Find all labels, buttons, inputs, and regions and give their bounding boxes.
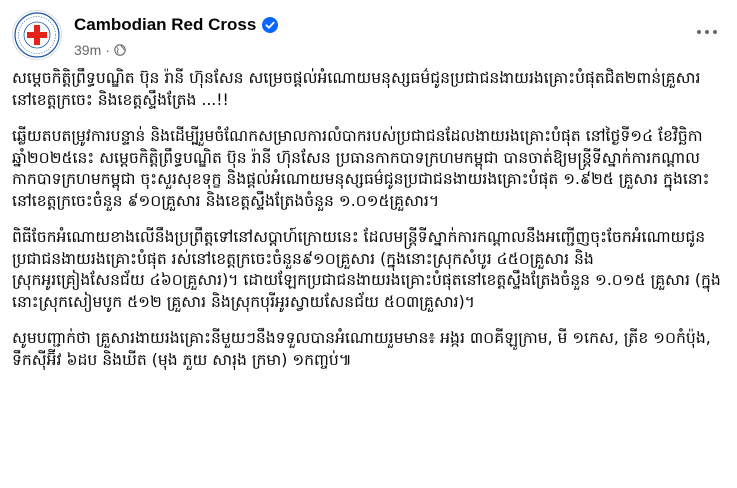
post-headline: សម្ដេចកិត្តិព្រឹទ្ធបណ្ឌិត ប៊ុន រ៉ានី ហ៊ុ…: [12, 69, 701, 109]
verified-badge-icon: [262, 17, 279, 33]
page-name-text[interactable]: Cambodian Red Cross: [74, 15, 256, 35]
more-dot: [705, 30, 709, 34]
meta-separator: ·: [105, 42, 110, 58]
post-paragraph: ពិធីចែកអំណោយខាងលើនឹងប្រព្រឹត្តទៅនៅសប្ដាហ…: [12, 228, 721, 311]
page-name[interactable]: Cambodian Red Cross: [74, 15, 279, 35]
post-header: Cambodian Red Cross 39m ·: [12, 8, 725, 64]
red-cross-logo: [14, 12, 60, 58]
more-dot: [713, 30, 717, 34]
globe-icon[interactable]: [114, 44, 126, 56]
more-dot: [697, 30, 701, 34]
post-content: សម្ដេចកិត្តិព្រឹទ្ធបណ្ឌិត ប៊ុន រ៉ានី ហ៊ុ…: [12, 68, 724, 386]
post-timestamp[interactable]: 39m: [74, 42, 101, 58]
post-paragraph: សូមបញ្ជាក់ថា គ្រួសារងាយរងគ្រោះនីមួយៗនឹងទ…: [12, 329, 711, 369]
avatar[interactable]: [12, 10, 62, 60]
post-paragraph: ឆ្លើយតបតម្រូវការបន្ទាន់ និងដើម្បីរួមចំណែ…: [12, 127, 710, 210]
facebook-post: Cambodian Red Cross 39m · សម្ដេចកិត្តិព្…: [0, 0, 737, 488]
more-options-icon[interactable]: [693, 22, 721, 42]
post-meta: 39m ·: [74, 42, 126, 58]
